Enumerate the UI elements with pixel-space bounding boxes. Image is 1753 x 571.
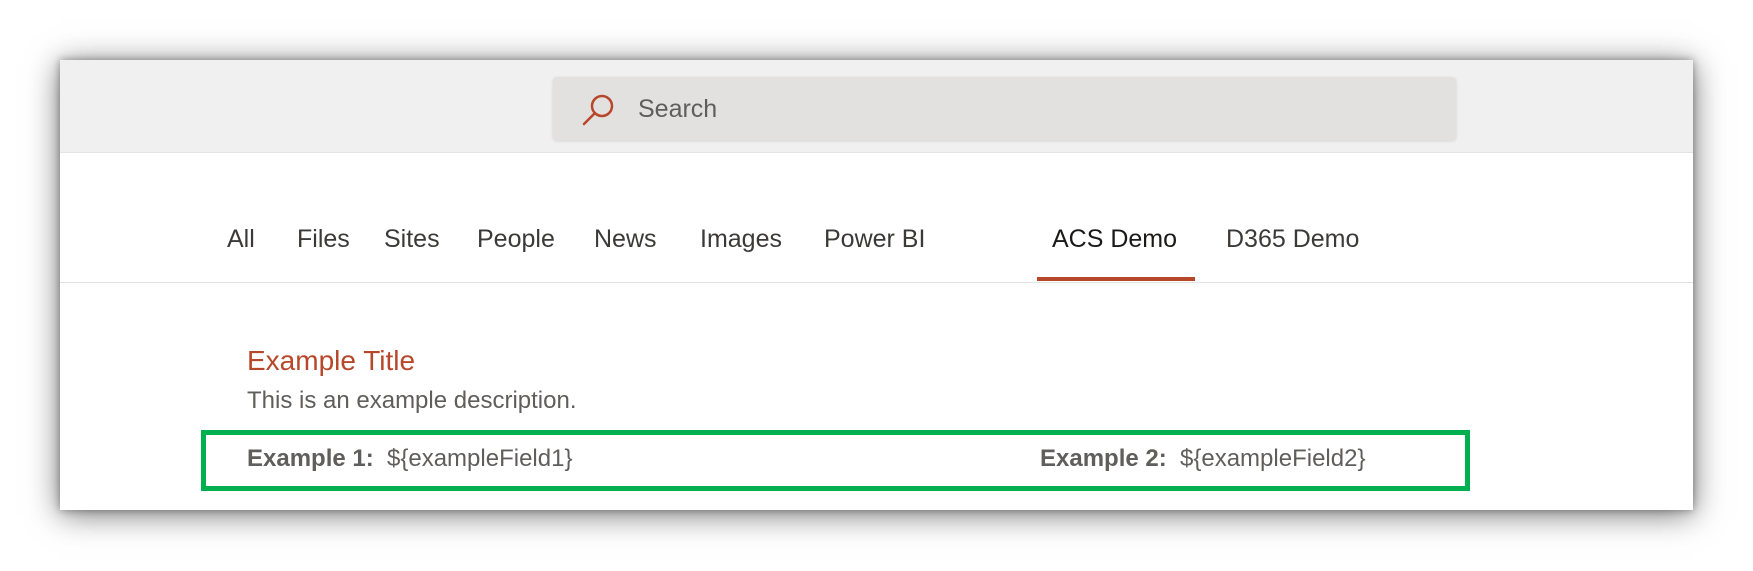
tab-news[interactable]: News <box>594 225 657 254</box>
field-label-1: Example 1: <box>247 445 374 472</box>
field-value-2: ${exampleField2} <box>1180 445 1366 472</box>
active-tab-indicator <box>1037 277 1195 281</box>
search-results-page: Search All Files Sites People News Image… <box>60 60 1693 510</box>
tab-all[interactable]: All <box>227 225 255 254</box>
top-bar: Search <box>60 60 1693 153</box>
tab-power-bi[interactable]: Power BI <box>824 225 925 254</box>
tab-d365-demo[interactable]: D365 Demo <box>1226 225 1359 254</box>
vertical-tabs: All Files Sites People News Images Power… <box>60 200 1693 283</box>
result-description: This is an example description. <box>247 387 577 414</box>
field-value-1: ${exampleField1} <box>387 445 573 472</box>
tab-images[interactable]: Images <box>700 225 782 254</box>
tab-files[interactable]: Files <box>297 225 350 254</box>
search-box[interactable]: Search <box>553 77 1456 140</box>
field-label-2: Example 2: <box>1040 445 1167 472</box>
tab-sites[interactable]: Sites <box>384 225 440 254</box>
tab-people[interactable]: People <box>477 225 555 254</box>
result-title[interactable]: Example Title <box>247 345 415 377</box>
search-icon <box>581 91 617 127</box>
search-input[interactable]: Search <box>638 95 717 123</box>
tab-acs-demo[interactable]: ACS Demo <box>1052 225 1177 254</box>
